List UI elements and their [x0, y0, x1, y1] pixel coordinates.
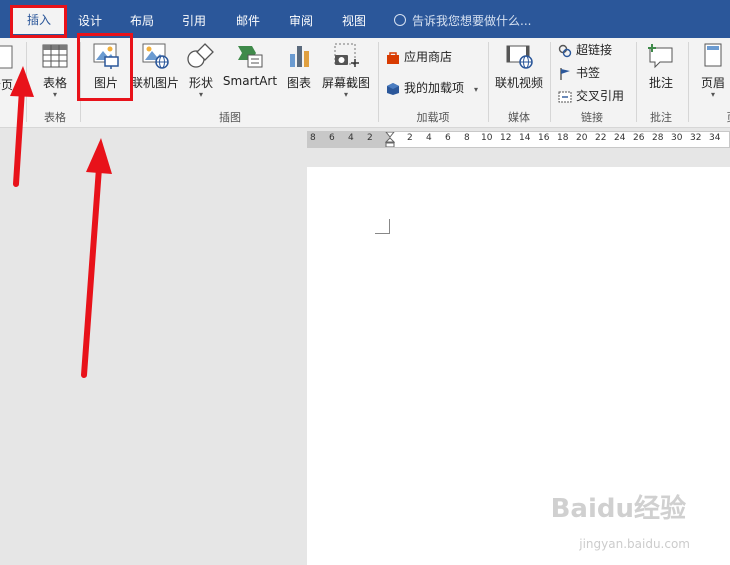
annotation-arrows: [10, 66, 112, 378]
arrow-to-insert-tab: [10, 66, 34, 187]
arrow-to-picture-button: [81, 138, 112, 378]
baidu-watermark-url: jingyan.baidu.com: [579, 537, 690, 551]
baidu-watermark-logo: Baidu经验: [550, 494, 686, 524]
